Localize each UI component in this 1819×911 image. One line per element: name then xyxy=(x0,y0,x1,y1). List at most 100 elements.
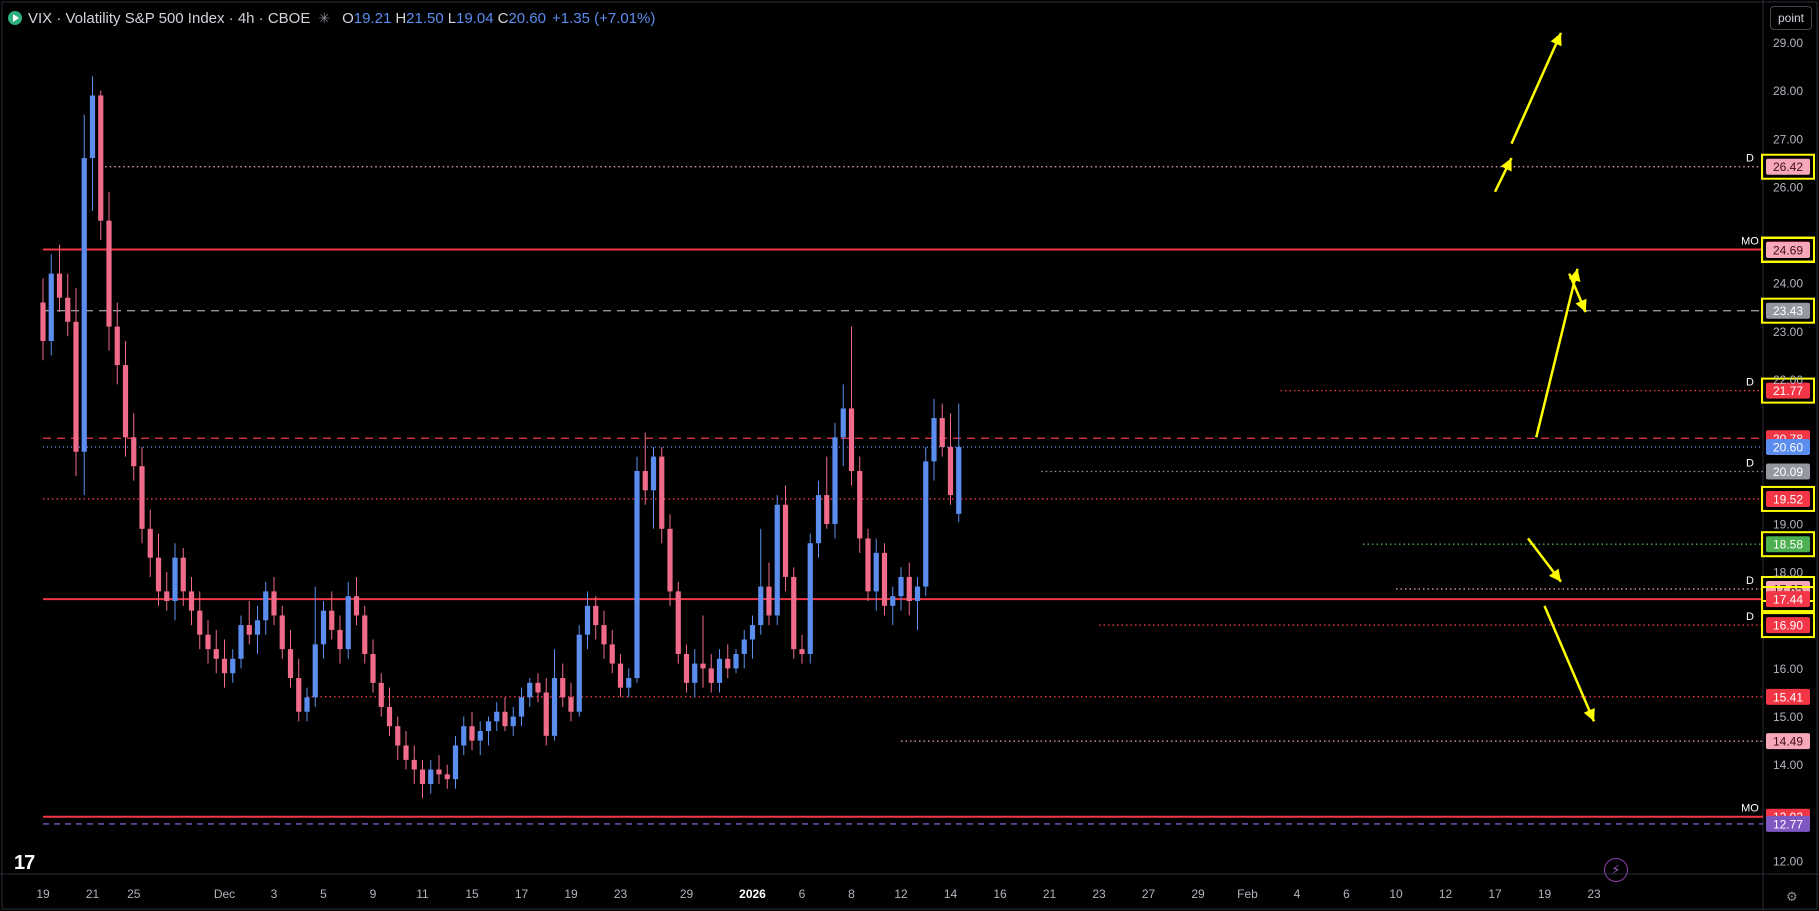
price-chart[interactable]: 26.42D24.70MO24.6923.4321.77D20.7820.602… xyxy=(0,0,1819,911)
candle-body xyxy=(906,576,912,602)
candle-body xyxy=(378,682,384,707)
horizontal-levels: 26.42D24.70MO24.6923.4321.77D20.7820.602… xyxy=(43,153,1815,832)
candle-body xyxy=(832,437,838,524)
price-axis-label: 27.00 xyxy=(1773,132,1803,146)
candle-body xyxy=(403,745,409,760)
candle-body xyxy=(205,634,211,650)
arrow-shaft-1 xyxy=(1510,32,1563,145)
candle-body xyxy=(320,610,327,645)
candle-body xyxy=(188,591,195,611)
candle-body xyxy=(329,610,335,630)
price-axis-label: 14.00 xyxy=(1773,758,1803,772)
tradingview-logo-icon[interactable]: 17 xyxy=(14,852,35,875)
candle-body xyxy=(89,95,96,159)
candle-body xyxy=(155,557,162,592)
candle-body xyxy=(898,576,904,597)
candle-body xyxy=(386,706,393,727)
candle-body xyxy=(815,495,822,544)
candle-body xyxy=(296,678,302,712)
candle-body xyxy=(485,721,492,732)
open-label: O xyxy=(342,9,354,27)
candle-body xyxy=(238,625,244,659)
time-axis-label: 27 xyxy=(1142,887,1156,901)
candle-body xyxy=(659,456,665,529)
candle-body xyxy=(510,716,516,727)
candle-body xyxy=(246,625,252,635)
candle-body xyxy=(172,557,178,602)
time-axis[interactable]: 19 21 25 Dec 3 5 9 11 15 17 19 23 29 2026 6 8 12 14 16 21 23… xyxy=(36,887,1601,901)
symbol-status-icon xyxy=(8,11,22,25)
axis-borders xyxy=(0,0,1819,911)
candle-body xyxy=(304,697,310,712)
symbol-legend: VIX · Volatility S&P 500 Index · 4h · CB… xyxy=(8,8,655,28)
price-tag-label: 26.42 xyxy=(1773,160,1803,174)
chart-border xyxy=(1,1,1818,910)
candle-body xyxy=(683,653,690,683)
candle-body xyxy=(279,615,285,650)
candle-body xyxy=(848,408,855,472)
candle-body xyxy=(312,644,318,698)
candle-body xyxy=(494,711,500,722)
candle-body xyxy=(931,418,937,462)
candle-body xyxy=(890,596,896,606)
price-tag-label: 19.52 xyxy=(1773,492,1803,506)
candle-body xyxy=(81,158,87,452)
candle-body xyxy=(337,629,343,650)
candle-body xyxy=(395,726,401,746)
open-value: 19.21 xyxy=(353,9,392,27)
price-axis-label: 26.00 xyxy=(1773,180,1803,194)
time-axis-label: 12 xyxy=(894,887,908,901)
candle-body xyxy=(766,586,772,616)
price-axis-label: 24.00 xyxy=(1773,277,1803,291)
candle-body xyxy=(791,576,797,650)
candle-body xyxy=(444,774,450,780)
time-axis-label: 23 xyxy=(614,887,628,901)
time-axis-label: 19 xyxy=(36,887,50,901)
settings-icon[interactable]: ⚙ xyxy=(1786,889,1798,905)
time-axis-label: 4 xyxy=(1294,887,1301,901)
candle-body xyxy=(799,649,805,654)
scale-mode-button[interactable]: point xyxy=(1770,6,1812,30)
close-label: C xyxy=(497,9,509,27)
candle-body xyxy=(362,615,368,654)
candle-body xyxy=(527,682,533,698)
candle-body xyxy=(436,769,442,775)
candle-body xyxy=(180,557,186,592)
time-axis-label: 11 xyxy=(416,887,429,901)
candle-body xyxy=(593,605,599,626)
candle-body xyxy=(221,658,228,674)
time-axis-label: 23 xyxy=(1092,887,1106,901)
candle-body xyxy=(947,446,954,496)
candle-body xyxy=(609,644,615,664)
candle-body xyxy=(452,745,459,780)
snowflake-icon[interactable]: ✳ xyxy=(318,10,330,27)
time-axis-label: 14 xyxy=(944,887,958,901)
candle-body xyxy=(914,586,921,602)
candle-body xyxy=(956,446,962,514)
candle-body xyxy=(881,552,888,606)
time-axis-label: 29 xyxy=(1191,887,1205,901)
candle-body xyxy=(758,586,764,626)
candle-body xyxy=(551,678,558,736)
close-value: 20.60 xyxy=(508,9,546,27)
candle-body xyxy=(271,591,277,616)
candle-body xyxy=(535,682,541,693)
arrow-head-4 xyxy=(1548,568,1561,582)
candle-body xyxy=(56,273,63,298)
time-axis-label: 17 xyxy=(515,887,529,901)
candle-body xyxy=(353,596,360,616)
candle-body xyxy=(749,625,756,640)
time-axis-label: 21 xyxy=(1043,887,1057,901)
symbol-title[interactable]: VIX · Volatility S&P 500 Index · 4h · CB… xyxy=(28,10,310,27)
candle-body xyxy=(230,658,236,674)
low-value: 19.04 xyxy=(456,9,494,27)
candle-body xyxy=(584,605,591,635)
candle-body xyxy=(857,471,863,539)
lightning-icon[interactable]: ⚡ xyxy=(1604,858,1628,882)
candle-body xyxy=(287,649,294,679)
price-tag-label: 16.90 xyxy=(1773,619,1803,633)
price-tag-label: 17.44 xyxy=(1773,593,1803,607)
candle-body xyxy=(824,495,830,524)
price-tag-label: 18.58 xyxy=(1773,538,1803,552)
time-axis-label: 19 xyxy=(564,887,578,901)
